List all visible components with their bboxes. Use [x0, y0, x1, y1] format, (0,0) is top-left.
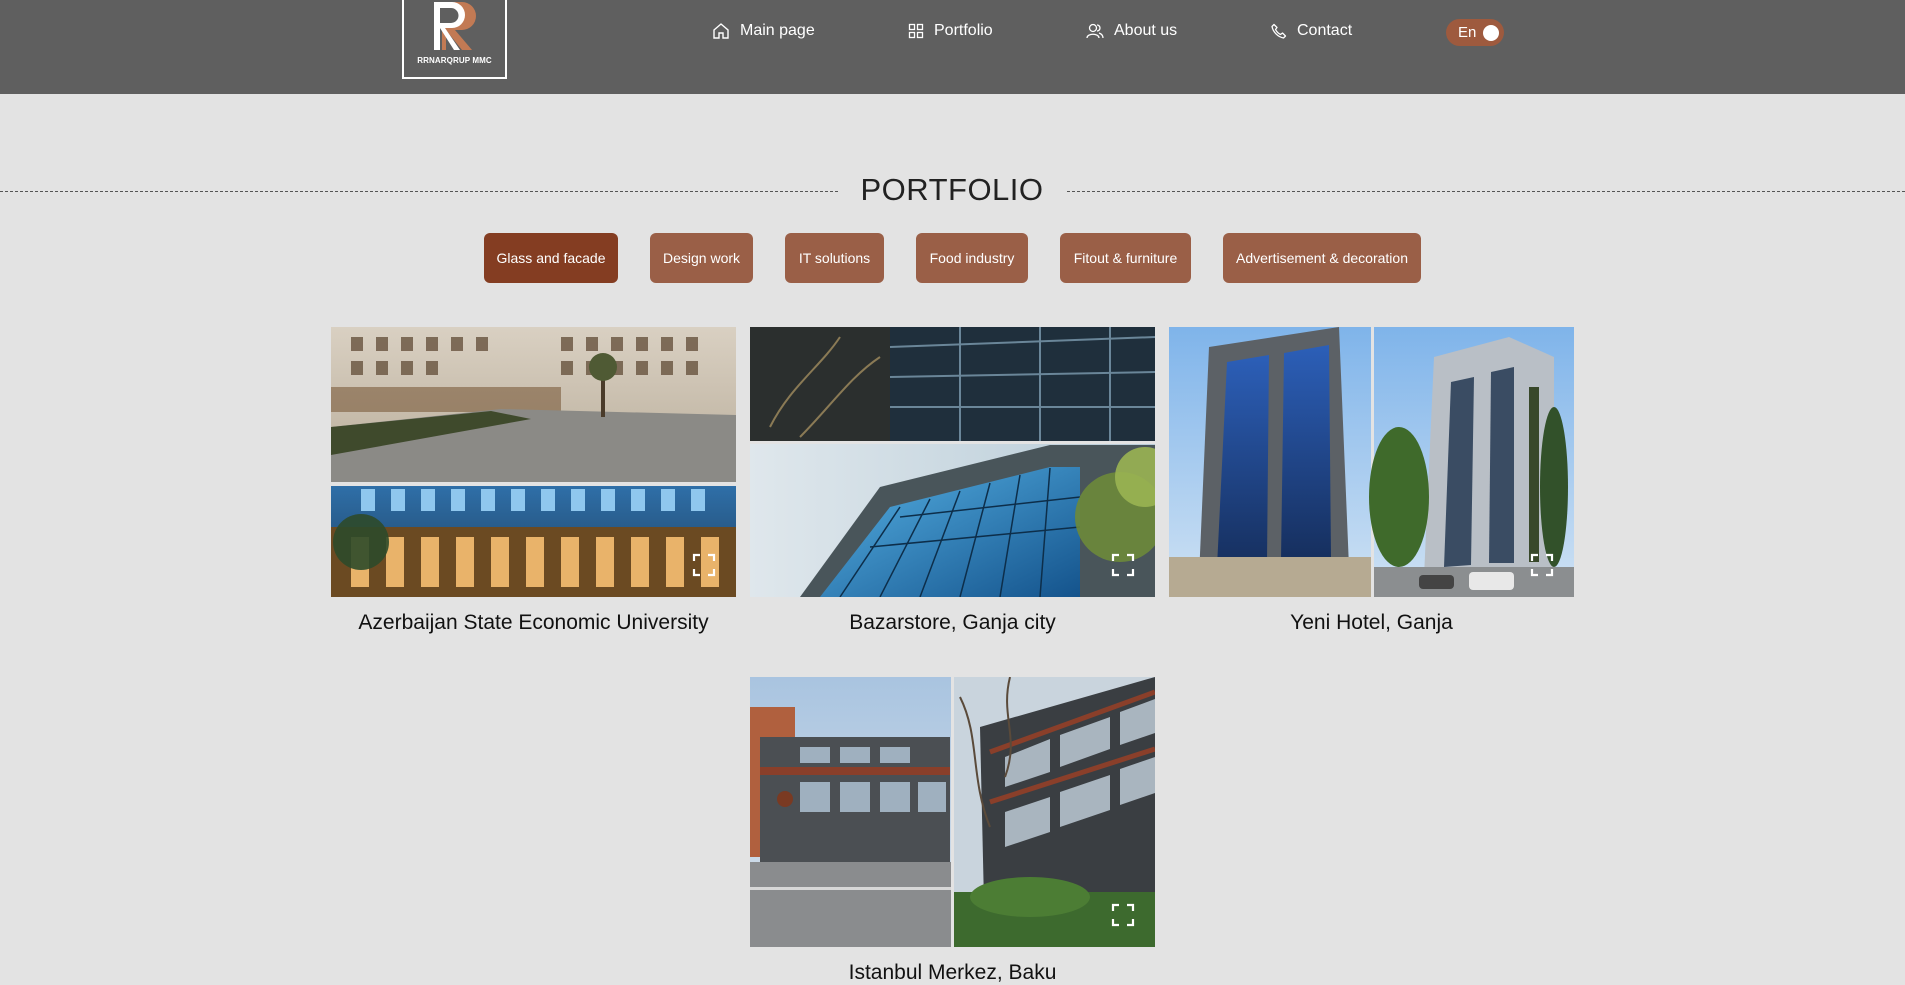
filter-glass-and-facade[interactable]: Glass and facade [484, 233, 618, 283]
project-image [1169, 327, 1574, 597]
project-photo[interactable] [750, 327, 1155, 597]
nav-main-page[interactable]: Main page [712, 20, 815, 42]
users-icon [1086, 23, 1104, 39]
filter-design-work[interactable]: Design work [650, 233, 753, 283]
project-title[interactable]: Azerbaijan State Economic University [331, 611, 736, 635]
logo-mark-icon [434, 2, 476, 50]
grid-icon [908, 23, 924, 39]
toggle-knob [1483, 25, 1499, 41]
filter-fitout-furniture[interactable]: Fitout & furniture [1060, 233, 1191, 283]
nav-about-us-label: About us [1114, 22, 1178, 39]
expand-icon[interactable] [1530, 553, 1554, 577]
page-title: PORTFOLIO [860, 172, 1044, 207]
project-photo[interactable] [1169, 327, 1574, 597]
project-title[interactable]: Istanbul Merkez, Baku [750, 961, 1155, 985]
nav-portfolio-label: Portfolio [934, 22, 993, 39]
project-image [331, 327, 736, 597]
project-title[interactable]: Bazarstore, Ganja city [750, 611, 1155, 635]
logo-text: RRNARQRUP MMC [417, 56, 492, 65]
filter-food-industry[interactable]: Food industry [916, 233, 1028, 283]
home-icon [713, 23, 729, 39]
project-card[interactable]: Azerbaijan State Economic University [331, 327, 736, 635]
phone-icon [1271, 23, 1287, 39]
language-label: En [1458, 24, 1477, 41]
filter-advertisement-decoration[interactable]: Advertisement & decoration [1223, 233, 1421, 283]
project-card[interactable]: Istanbul Merkez, Baku [750, 677, 1155, 985]
project-card[interactable]: Bazarstore, Ganja city [750, 327, 1155, 635]
nav-contact[interactable]: Contact [1271, 20, 1352, 42]
expand-icon[interactable] [1111, 553, 1135, 577]
project-card[interactable]: Yeni Hotel, Ganja [1169, 327, 1574, 635]
filter-it-solutions[interactable]: IT solutions [785, 233, 884, 283]
expand-icon[interactable] [1111, 903, 1135, 927]
language-toggle[interactable]: En [1446, 19, 1504, 46]
project-photo[interactable] [750, 677, 1155, 947]
expand-icon[interactable] [692, 553, 716, 577]
project-title[interactable]: Yeni Hotel, Ganja [1169, 611, 1574, 635]
company-logo[interactable]: RRNARQRUP MMC [402, 0, 507, 79]
nav-portfolio[interactable]: Portfolio [908, 20, 993, 42]
project-photo[interactable] [331, 327, 736, 597]
project-image [750, 677, 1155, 947]
title-divider-left [0, 191, 838, 192]
nav-about-us[interactable]: About us [1086, 20, 1177, 42]
project-image [750, 327, 1155, 597]
nav-main-page-label: Main page [740, 22, 815, 39]
nav-contact-label: Contact [1297, 22, 1353, 39]
site-header: RRNARQRUP MMC Main page Portfolio About … [0, 0, 1905, 94]
title-divider-right [1067, 191, 1905, 192]
